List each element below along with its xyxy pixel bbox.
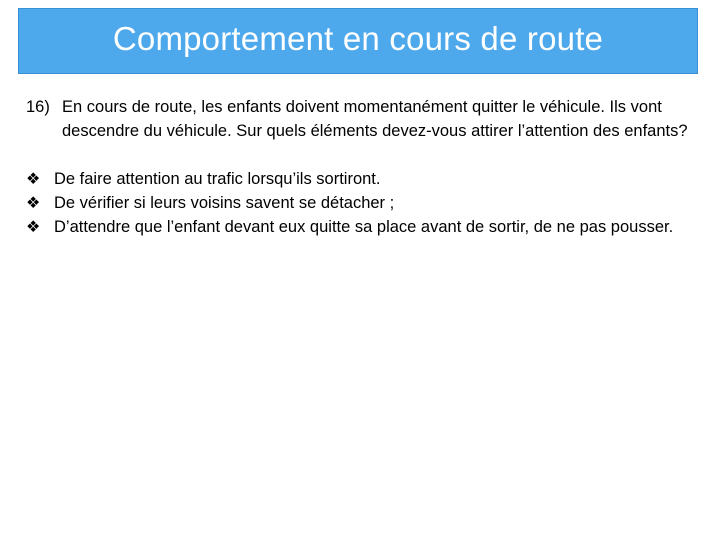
list-item: ❖ D’attendre que l’enfant devant eux qui… [26, 215, 696, 239]
list-item-text: De vérifier si leurs voisins savent se d… [54, 194, 395, 212]
list-item: ❖ De faire attention au trafic lorsqu’il… [26, 167, 696, 191]
question-paragraph: 16) En cours de route, les enfants doive… [26, 95, 696, 143]
answer-list: ❖ De faire attention au trafic lorsqu’il… [26, 167, 696, 239]
slide-content: 16) En cours de route, les enfants doive… [26, 95, 696, 239]
question-text: En cours de route, les enfants doivent m… [62, 98, 688, 140]
list-item: ❖ De vérifier si leurs voisins savent se… [26, 191, 696, 215]
question-number: 16) [26, 98, 50, 116]
list-item-text: D’attendre que l’enfant devant eux quitt… [54, 218, 674, 236]
diamond-bullet-icon: ❖ [26, 217, 41, 236]
slide-title: Comportement en cours de route [112, 20, 604, 57]
diamond-bullet-icon: ❖ [26, 193, 41, 212]
list-item-text: De faire attention au trafic lorsqu’ils … [54, 170, 381, 188]
diamond-bullet-icon: ❖ [26, 169, 41, 188]
title-bar: Comportement en cours de route [18, 8, 698, 74]
